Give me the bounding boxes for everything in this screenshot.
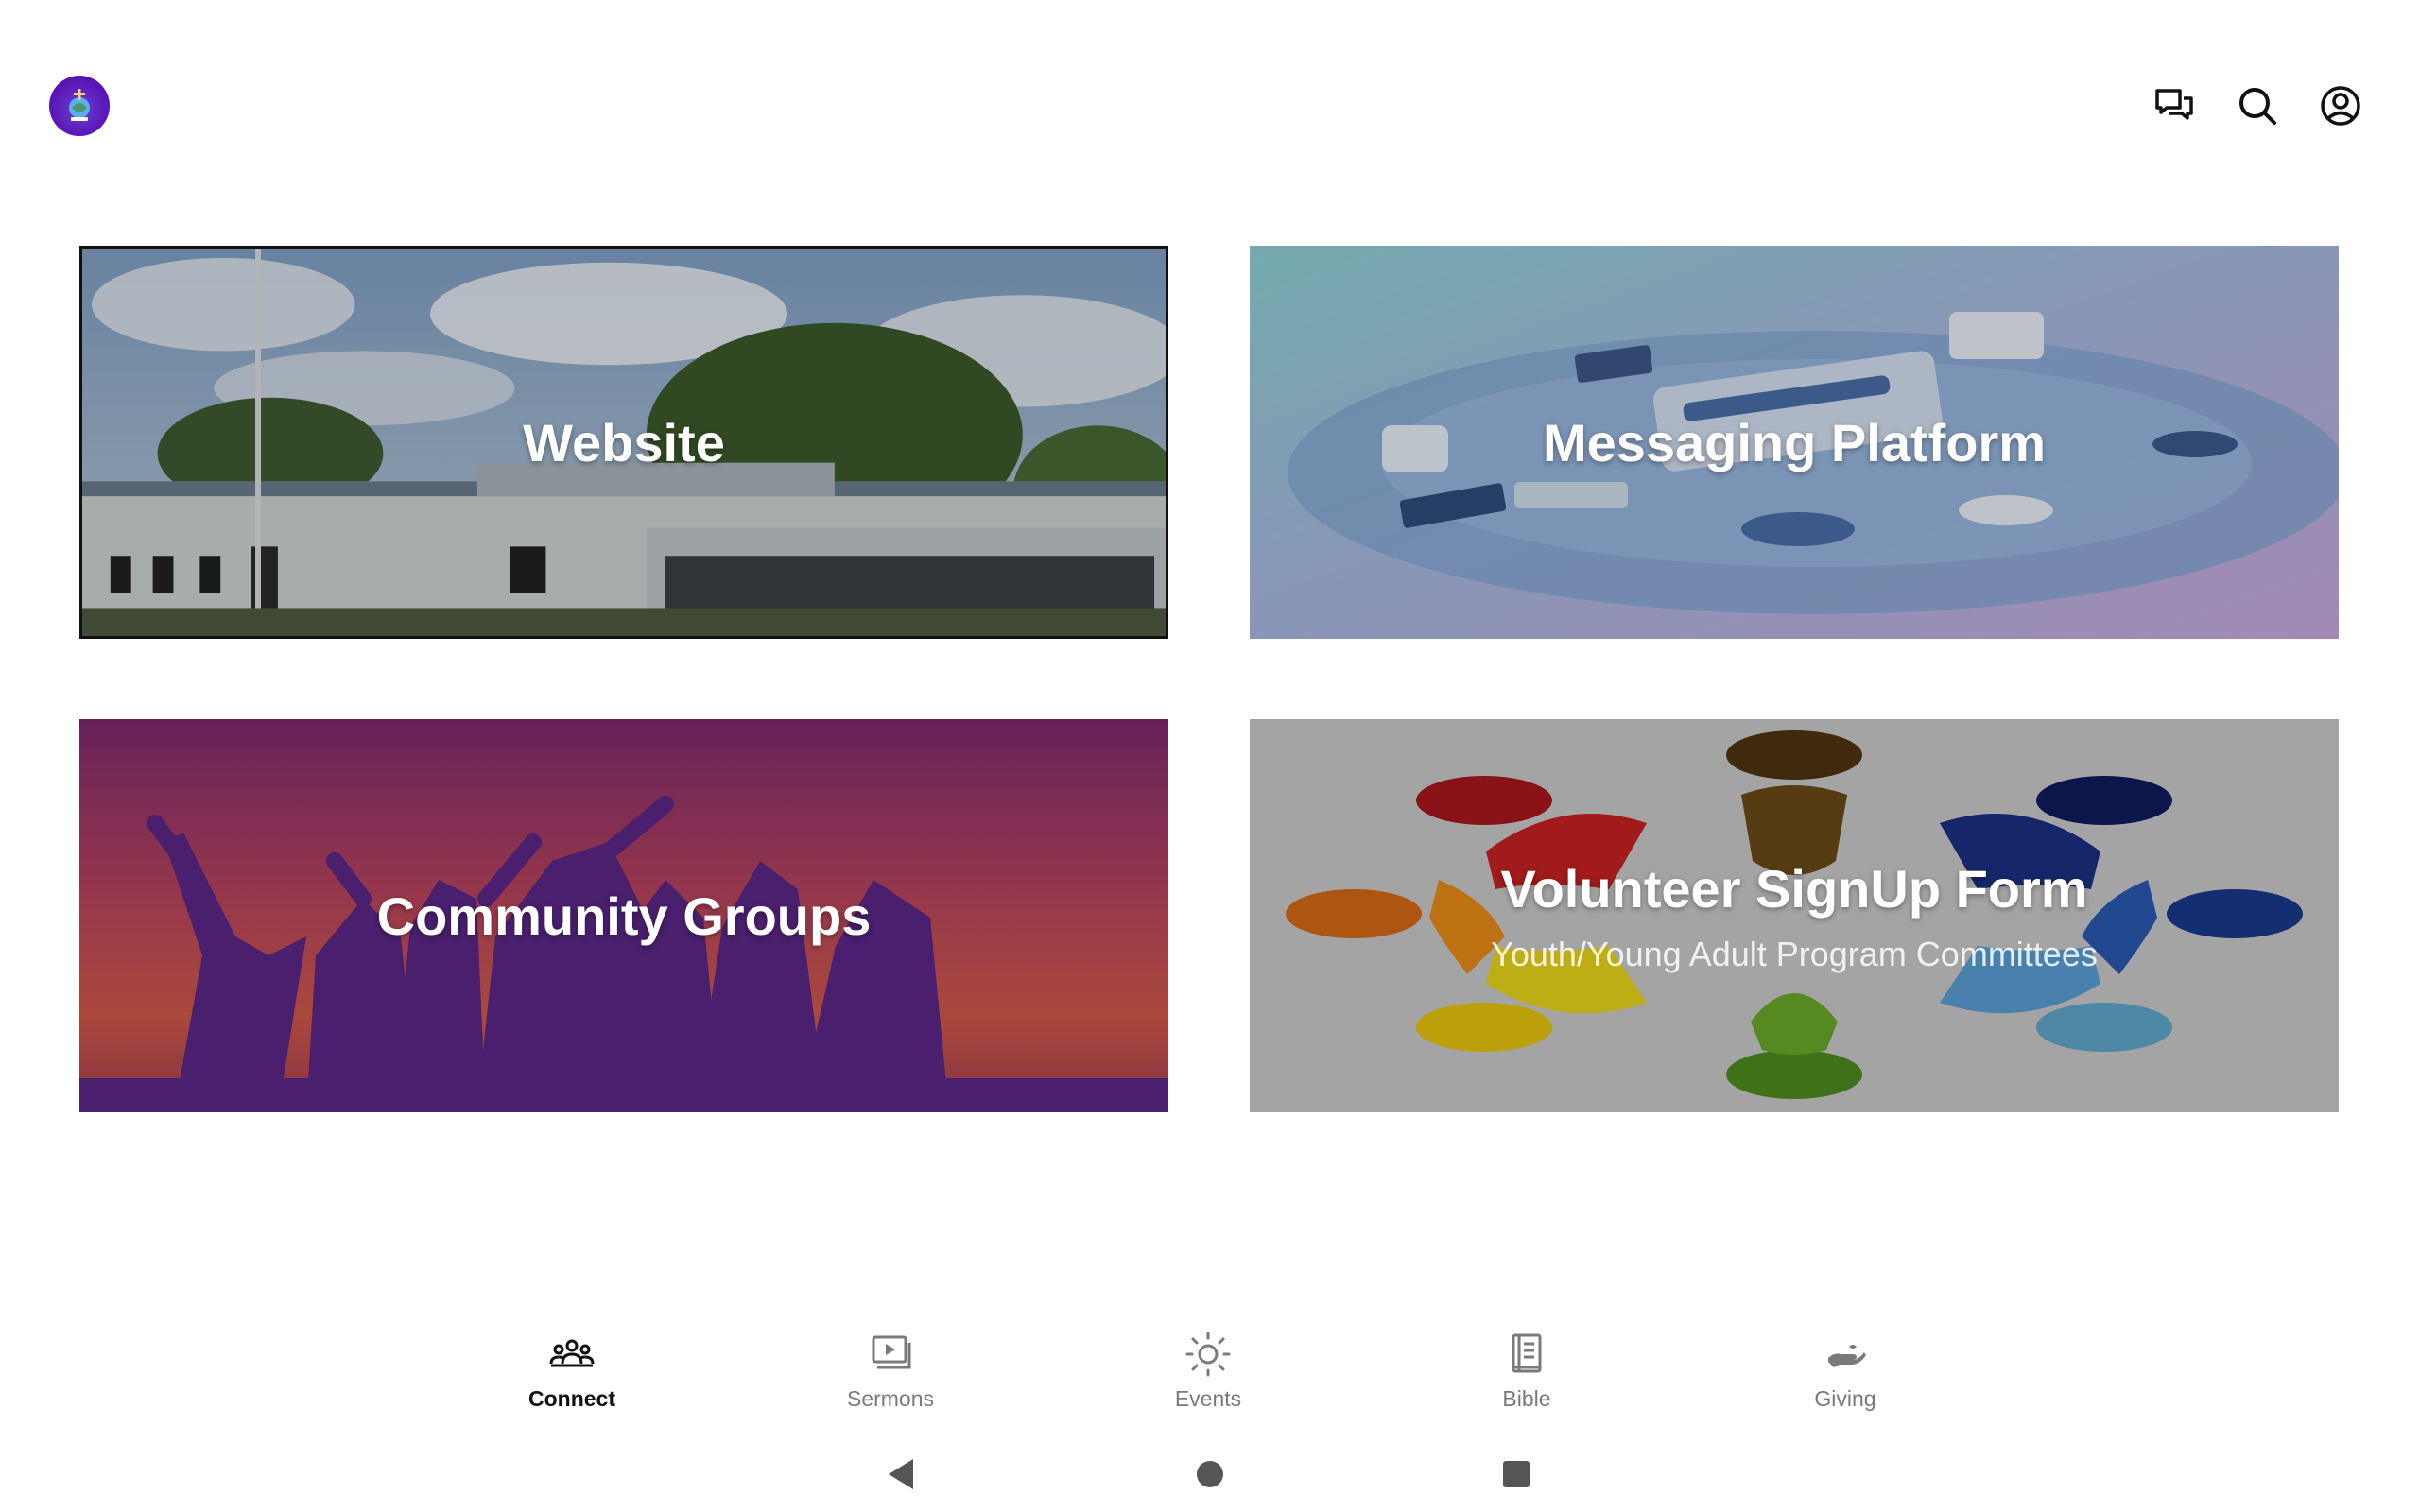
messaging-platform-card-title: Messaging Platform [1542, 412, 2047, 472]
messaging-platform-card[interactable]: Messaging Platform [1250, 246, 2339, 639]
nav-tab-bible-label: Bible [1502, 1386, 1551, 1411]
video-library-icon [872, 1335, 911, 1369]
community-groups-card-text: Community Groups [79, 719, 1168, 1112]
volunteer-signup-card-title: Volunteer SignUp Form [1500, 858, 2088, 919]
nav-tab-sermons-label: Sermons [846, 1386, 935, 1411]
nav-tab-bible[interactable]: Bible [1432, 1330, 1621, 1424]
back-icon[interactable] [879, 1452, 925, 1497]
chat-icon[interactable] [2152, 83, 2197, 129]
home-icon[interactable] [1187, 1452, 1233, 1497]
nav-tab-giving-label: Giving [1814, 1386, 1876, 1411]
volunteer-signup-card-subtitle: Youth/Young Adult Program Committees [1491, 934, 2098, 973]
nav-tab-connect-label: Connect [528, 1386, 615, 1411]
nav-tab-connect[interactable]: Connect [477, 1330, 666, 1424]
volunteer-signup-card[interactable]: Volunteer SignUp Form Youth/Young Adult … [1250, 719, 2339, 1112]
recent-apps-icon[interactable] [1494, 1452, 1539, 1497]
volunteer-signup-card-text: Volunteer SignUp Form Youth/Young Adult … [1250, 719, 2339, 1112]
nav-tab-events[interactable]: Events [1114, 1330, 1303, 1424]
sun-icon [1185, 1332, 1231, 1377]
bottom-navigation-bar: Connect Sermons Events Bible Giving [0, 1314, 2420, 1436]
nav-tab-giving[interactable]: Giving [1751, 1330, 1940, 1424]
people-group-icon [549, 1339, 595, 1367]
top-app-bar [0, 0, 2420, 189]
giving-hand-icon [1828, 1345, 1866, 1367]
book-icon [1512, 1333, 1542, 1373]
church-logo-icon [69, 89, 90, 121]
church-logo[interactable] [49, 76, 110, 136]
website-card-text: Website [82, 249, 1166, 636]
website-card-title: Website [523, 412, 725, 472]
community-groups-card-title: Community Groups [376, 885, 872, 946]
account-icon[interactable] [2318, 83, 2363, 129]
messaging-platform-card-text: Messaging Platform [1250, 246, 2339, 639]
website-card[interactable]: Website [79, 246, 1168, 639]
search-icon[interactable] [2235, 83, 2280, 129]
system-navigation-bar [0, 1436, 2420, 1512]
nav-tab-sermons[interactable]: Sermons [796, 1330, 985, 1424]
nav-tab-events-label: Events [1174, 1386, 1242, 1411]
community-groups-card[interactable]: Community Groups [79, 719, 1168, 1112]
